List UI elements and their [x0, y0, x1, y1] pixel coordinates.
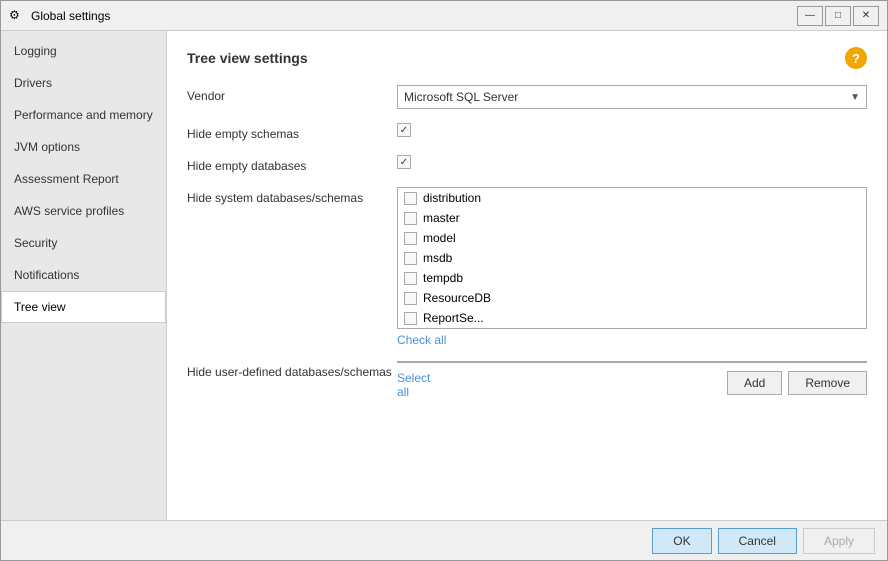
hide-user-defined-label: Hide user-defined databases/schemas	[187, 361, 397, 379]
list-item[interactable]: distribution	[398, 188, 866, 208]
list-item-label: tempdb	[423, 271, 463, 285]
list-item-checkbox[interactable]	[404, 312, 417, 325]
list-item[interactable]: master	[398, 208, 866, 228]
sidebar-item-treeview[interactable]: Tree view	[1, 291, 166, 323]
sidebar-item-security[interactable]: Security	[1, 227, 166, 259]
list-item[interactable]: ReportSe...	[398, 308, 866, 328]
vendor-row: Vendor Microsoft SQL Server ▼	[187, 85, 867, 109]
vendor-dropdown-value: Microsoft SQL Server	[404, 90, 518, 104]
list-item-checkbox[interactable]	[404, 192, 417, 205]
sidebar-item-aws[interactable]: AWS service profiles	[1, 195, 166, 227]
vendor-control: Microsoft SQL Server ▼	[397, 85, 867, 109]
hide-empty-databases-checkbox[interactable]	[397, 155, 411, 169]
global-settings-window: ⚙ Global settings — □ ✕ Logging Drivers …	[0, 0, 888, 561]
hide-empty-schemas-checkbox[interactable]	[397, 123, 411, 137]
hide-empty-schemas-row: Hide empty schemas	[187, 123, 867, 141]
dropdown-arrow-icon: ▼	[850, 92, 860, 103]
content-area: Logging Drivers Performance and memory J…	[1, 31, 887, 520]
sidebar-item-logging[interactable]: Logging	[1, 35, 166, 67]
hide-system-databases-control: distribution master model msdb	[397, 187, 867, 347]
list-item-checkbox[interactable]	[404, 232, 417, 245]
hide-empty-databases-row: Hide empty databases	[187, 155, 867, 173]
hide-user-defined-control: Select all Add Remove	[397, 361, 867, 399]
ok-button[interactable]: OK	[652, 528, 711, 554]
add-button[interactable]: Add	[727, 371, 782, 395]
window-controls: — □ ✕	[797, 6, 879, 26]
sidebar-item-performance[interactable]: Performance and memory	[1, 99, 166, 131]
page-title: Tree view settings	[187, 50, 308, 66]
window-title: Global settings	[31, 9, 797, 23]
maximize-button[interactable]: □	[825, 6, 851, 26]
list-item-checkbox[interactable]	[404, 292, 417, 305]
hide-empty-schemas-checkbox-wrap	[397, 123, 867, 137]
sidebar-item-jvm[interactable]: JVM options	[1, 131, 166, 163]
list-item-checkbox[interactable]	[404, 212, 417, 225]
sidebar-item-drivers[interactable]: Drivers	[1, 67, 166, 99]
hide-empty-databases-control	[397, 155, 867, 169]
list-item-label: ResourceDB	[423, 291, 491, 305]
add-remove-buttons: Add Remove	[441, 371, 867, 395]
hide-system-databases-row: Hide system databases/schemas distributi…	[187, 187, 867, 347]
list-item-label: master	[423, 211, 460, 225]
list-item-label: distribution	[423, 191, 481, 205]
main-content: Tree view settings ? Vendor Microsoft SQ…	[167, 31, 887, 520]
list-item[interactable]: tempdb	[398, 268, 866, 288]
list-item-checkbox[interactable]	[404, 252, 417, 265]
select-all-link[interactable]: Select all	[397, 371, 441, 399]
minimize-button[interactable]: —	[797, 6, 823, 26]
user-defined-list[interactable]	[397, 361, 867, 363]
list-item-label: ReportSe...	[423, 311, 484, 325]
close-button[interactable]: ✕	[853, 6, 879, 26]
list-item[interactable]: msdb	[398, 248, 866, 268]
apply-button[interactable]: Apply	[803, 528, 875, 554]
hide-empty-schemas-control	[397, 123, 867, 137]
list-item[interactable]: model	[398, 228, 866, 248]
system-databases-list[interactable]: distribution master model msdb	[397, 187, 867, 329]
sidebar-item-notifications[interactable]: Notifications	[1, 259, 166, 291]
hide-system-databases-label: Hide system databases/schemas	[187, 187, 397, 205]
vendor-label: Vendor	[187, 85, 397, 103]
title-bar: ⚙ Global settings — □ ✕	[1, 1, 887, 31]
check-all-link[interactable]: Check all	[397, 333, 867, 347]
window-icon: ⚙	[9, 8, 25, 24]
list-item-checkbox[interactable]	[404, 272, 417, 285]
list-item-label: msdb	[423, 251, 452, 265]
cancel-button[interactable]: Cancel	[718, 528, 797, 554]
remove-button[interactable]: Remove	[788, 371, 867, 395]
hide-empty-databases-label: Hide empty databases	[187, 155, 397, 173]
vendor-dropdown[interactable]: Microsoft SQL Server ▼	[397, 85, 867, 109]
hide-empty-databases-checkbox-wrap	[397, 155, 867, 169]
list-item-label: model	[423, 231, 456, 245]
sidebar-item-assessment[interactable]: Assessment Report	[1, 163, 166, 195]
list-item[interactable]: ResourceDB	[398, 288, 866, 308]
hide-empty-schemas-label: Hide empty schemas	[187, 123, 397, 141]
main-header: Tree view settings ?	[187, 47, 867, 69]
help-icon[interactable]: ?	[845, 47, 867, 69]
bottom-bar: OK Cancel Apply	[1, 520, 887, 560]
hide-user-defined-row: Hide user-defined databases/schemas Sele…	[187, 361, 867, 399]
sidebar: Logging Drivers Performance and memory J…	[1, 31, 167, 520]
